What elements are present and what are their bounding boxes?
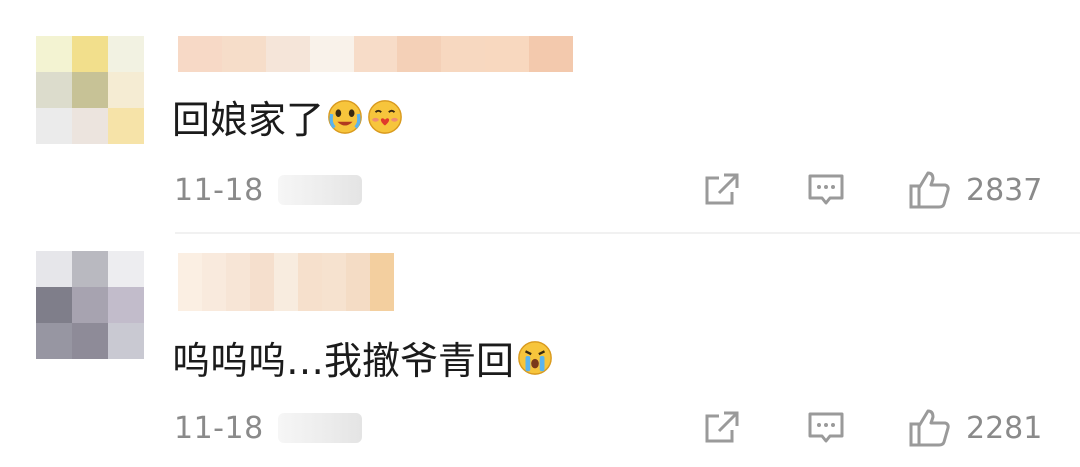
username-mosaic-tile — [370, 253, 394, 311]
location-blurred — [277, 175, 362, 205]
username-mosaic-tile — [202, 253, 226, 311]
comment-item: 呜呜呜…我撤爷青回 11-18 2281 — [0, 234, 1080, 467]
avatar-mosaic-tile — [36, 72, 72, 108]
username-mosaic-tile — [322, 253, 346, 311]
avatar-mosaic-tile — [108, 72, 144, 108]
comment-text: 呜呜呜…我撤爷青回 — [172, 331, 554, 383]
username-mosaic-tile — [298, 253, 322, 311]
location-blurred — [277, 413, 362, 443]
avatar-mosaic-tile — [108, 251, 144, 287]
username-mosaic-tile — [178, 36, 222, 72]
avatar-mosaic-tile — [108, 36, 144, 72]
thumbs-up-icon — [909, 409, 950, 447]
username-mosaic-tile — [353, 36, 398, 72]
comment-date: 11-18 — [174, 172, 264, 208]
username-mosaic-tile — [250, 253, 274, 311]
username-mosaic-tile — [441, 36, 486, 72]
avatar-mosaic-tile — [36, 108, 72, 144]
comment-icon — [808, 412, 844, 443]
username-mosaic-tile — [274, 253, 298, 311]
username-mosaic-tile — [346, 253, 370, 311]
comment-icon — [808, 174, 844, 205]
comment-text-content: 回娘家了 — [172, 97, 325, 142]
thumbs-up-icon — [909, 171, 950, 209]
username[interactable] — [178, 253, 394, 311]
avatar-mosaic-tile — [108, 323, 144, 359]
avatar-mosaic-tile — [72, 251, 108, 287]
avatar-mosaic-tile — [36, 251, 72, 287]
avatar-mosaic-tile — [72, 287, 108, 323]
avatar-mosaic-tile — [108, 108, 144, 144]
kiss-heart-face-emoji — [368, 100, 402, 134]
username-mosaic-tile — [397, 36, 442, 72]
share-icon — [705, 411, 739, 443]
username-mosaic-tile — [485, 36, 530, 72]
avatar-mosaic-tile — [36, 323, 72, 359]
crying-face-emoji — [518, 341, 552, 375]
share-button[interactable] — [702, 408, 742, 448]
avatar-mosaic-tile — [36, 36, 72, 72]
avatar-mosaic-tile — [36, 287, 72, 323]
like-count: 2281 — [966, 410, 1043, 446]
username-mosaic-tile — [529, 36, 574, 72]
comment-item: 回娘家了 11-18 2837 — [0, 0, 1080, 232]
username-mosaic-tile — [309, 36, 354, 72]
avatar-mosaic-tile — [72, 108, 108, 144]
crying-happy-face-emoji — [328, 100, 362, 134]
username-mosaic-tile — [265, 36, 310, 72]
avatar-mosaic-tile — [108, 287, 144, 323]
comment-meta: 11-18 — [174, 170, 362, 210]
reply-button[interactable] — [806, 408, 846, 448]
like-button[interactable]: 2837 — [908, 170, 1042, 210]
share-button[interactable] — [702, 170, 742, 210]
avatar[interactable] — [36, 251, 144, 359]
share-icon — [705, 173, 739, 205]
avatar-mosaic-tile — [72, 323, 108, 359]
like-button[interactable]: 2281 — [908, 408, 1042, 448]
username[interactable] — [178, 36, 574, 72]
reply-button[interactable] — [806, 170, 846, 210]
avatar[interactable] — [36, 36, 144, 144]
username-mosaic-tile — [226, 253, 250, 311]
comment-meta: 11-18 — [174, 408, 362, 448]
comment-text-content: 呜呜呜…我撤爷青回 — [172, 338, 515, 383]
username-mosaic-tile — [178, 253, 202, 311]
comment-text: 回娘家了 — [172, 90, 404, 142]
avatar-mosaic-tile — [72, 36, 108, 72]
avatar-mosaic-tile — [72, 72, 108, 108]
comment-date: 11-18 — [174, 410, 264, 446]
like-count: 2837 — [966, 172, 1043, 208]
username-mosaic-tile — [221, 36, 266, 72]
